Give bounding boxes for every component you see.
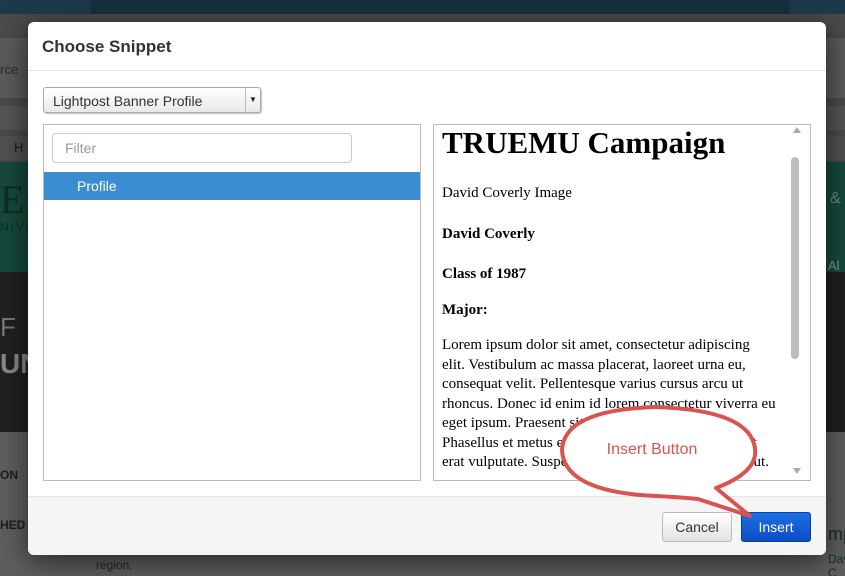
background-banner-letter: E [0, 177, 25, 222]
preview-class-year: Class of 1987 [442, 266, 527, 282]
snippet-select[interactable]: Lightpost Banner Profile ▼ [43, 87, 261, 113]
background-lower-on: ON [0, 468, 18, 482]
background-lower-mp: mp [828, 524, 845, 544]
background-tab-fragment: rce [0, 62, 19, 77]
filter-input[interactable] [52, 133, 352, 163]
annotation-bubble-shape [560, 405, 758, 518]
dialog-title: Choose Snippet [42, 37, 172, 56]
chevron-down-icon: ▼ [245, 88, 260, 112]
background-photo-f: F [0, 312, 16, 342]
background-topbar [0, 0, 845, 14]
annotation-text: Insert Button [606, 441, 698, 458]
background-banner-al: Al [828, 258, 840, 273]
preview-image-alt: David Coverly Image [442, 185, 572, 201]
preview-major-label: Major: [442, 302, 488, 318]
scroll-up-icon[interactable] [793, 127, 801, 133]
snippet-select-value: Lightpost Banner Profile [53, 93, 203, 109]
scroll-thumb[interactable] [791, 157, 799, 359]
preview-name: David Coverly [442, 226, 535, 242]
snippet-list-panel: Profile [43, 124, 421, 481]
list-item-label: Profile [77, 178, 117, 194]
background-banner-amp: & [830, 190, 841, 207]
preview-heading: TRUEMU Campaign [442, 125, 726, 160]
list-item[interactable]: Profile [44, 172, 420, 200]
dialog-header: Choose Snippet [28, 22, 826, 71]
background-lower-david: David C [828, 552, 845, 576]
background-toolbar-fragment: H [14, 140, 24, 155]
background-lower-hed: HED [0, 518, 26, 532]
background-lower-region: region. [96, 558, 133, 572]
